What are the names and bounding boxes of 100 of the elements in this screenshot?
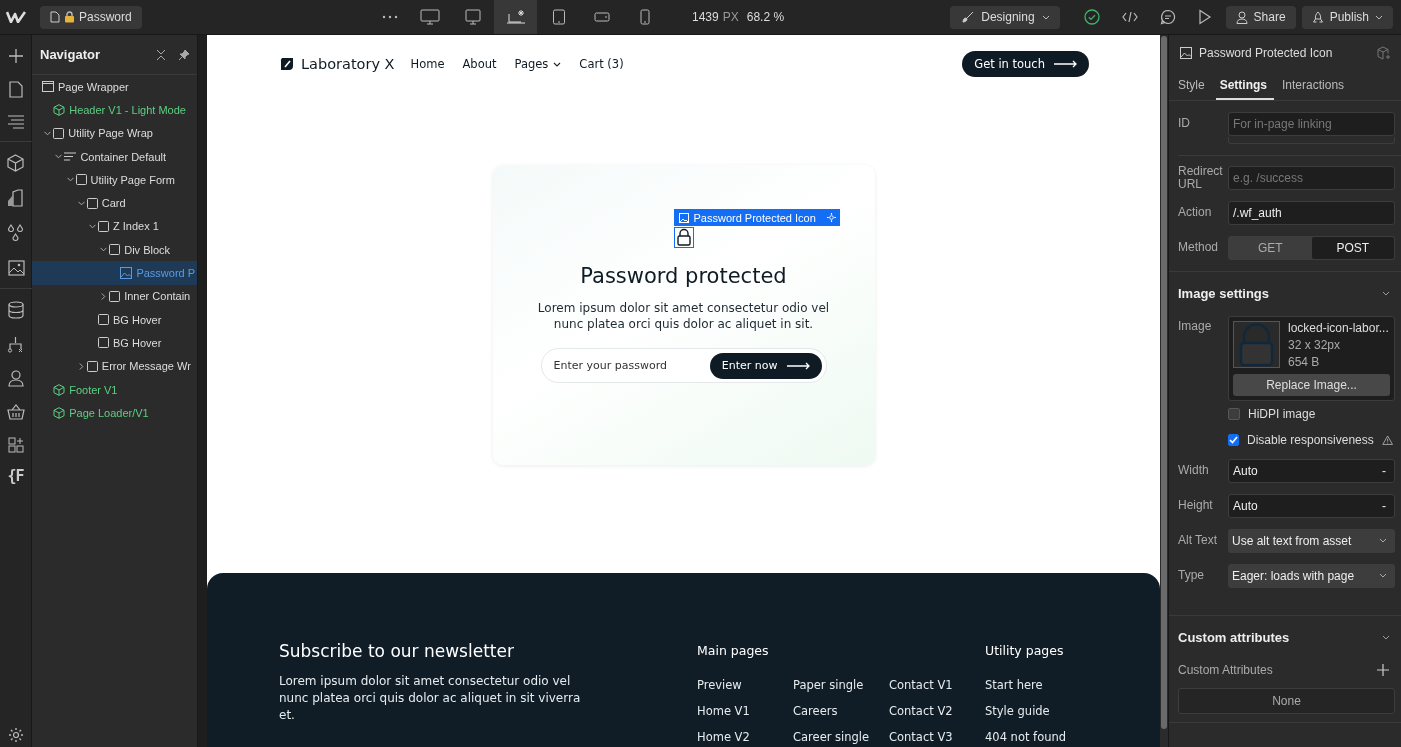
password-field[interactable]: Enter your password Enter now — [540, 348, 827, 383]
chevron-icon[interactable] — [89, 223, 96, 229]
tree-item[interactable]: Header V1 - Light Mode — [32, 98, 197, 122]
field-label: Height — [1178, 499, 1214, 512]
share-button[interactable]: Share — [1225, 5, 1296, 29]
chevron-icon — [1379, 573, 1387, 578]
chevron-icon[interactable] — [66, 177, 74, 183]
page-icon[interactable] — [8, 81, 23, 98]
chevron-icon[interactable] — [55, 154, 63, 160]
enter-button[interactable]: Enter now — [709, 352, 822, 379]
logic-icon[interactable] — [7, 336, 24, 353]
chevron-icon[interactable] — [44, 130, 52, 136]
cube-plus-icon[interactable] — [1377, 46, 1391, 60]
panel-tab[interactable]: Interactions — [1278, 71, 1352, 100]
footer-link[interactable]: Preview — [697, 672, 793, 698]
nav-dropdown[interactable]: Pages — [514, 57, 562, 71]
footer-link[interactable]: 404 not found — [985, 724, 1081, 747]
style-icon[interactable] — [7, 189, 24, 207]
mode-dropdown[interactable]: Designing — [950, 5, 1060, 29]
comment-icon[interactable] — [1159, 9, 1176, 25]
basket-icon[interactable] — [6, 404, 25, 420]
checkbox-label: HiDPI image — [1248, 407, 1317, 421]
lock-icon[interactable] — [673, 227, 694, 248]
tree-item[interactable]: Div Block — [32, 238, 197, 262]
check-circle-icon[interactable] — [1083, 9, 1100, 25]
page-button[interactable]: Password — [40, 5, 142, 29]
tree-item[interactable]: Page Loader/V1 — [32, 401, 197, 425]
tree-item[interactable]: Container Default — [32, 144, 197, 169]
select-dropdown[interactable]: Eager: loads with page — [1228, 563, 1395, 588]
tree-item[interactable]: Inner Contain — [32, 284, 197, 308]
tree-item[interactable]: Card — [32, 191, 197, 215]
cube-icon[interactable] — [7, 154, 24, 172]
footer-link[interactable]: Contact V1 — [889, 672, 985, 698]
tree-item[interactable]: Password P — [32, 261, 197, 285]
more-icon[interactable] — [382, 15, 398, 19]
publish-button[interactable]: Publish — [1301, 5, 1393, 29]
nav-link[interactable]: About — [462, 57, 497, 71]
tree-item[interactable]: Z Index 1 — [32, 214, 197, 239]
collapse-icon[interactable] — [156, 48, 166, 61]
logo-icon[interactable] — [6, 11, 26, 23]
warning-icon[interactable] — [1381, 434, 1393, 446]
checkbox[interactable] — [1228, 434, 1239, 446]
checkbox[interactable] — [1228, 408, 1240, 420]
select-dropdown[interactable]: Use alt text from asset — [1228, 528, 1395, 553]
footer-link[interactable]: Style guide — [985, 698, 1081, 724]
brand-name[interactable]: Laboratory X — [301, 56, 395, 72]
panel-tab[interactable]: Settings — [1215, 71, 1275, 100]
chevron-icon[interactable] — [101, 292, 107, 300]
chevron-icon[interactable] — [78, 362, 84, 370]
panel-tab[interactable]: Style — [1174, 71, 1212, 100]
apps-icon[interactable] — [7, 437, 24, 453]
footer-link[interactable]: Contact V2 — [889, 698, 985, 724]
lock-thumbnail[interactable] — [1233, 321, 1280, 368]
chevron-icon[interactable] — [1382, 290, 1390, 296]
arrow-icon — [1054, 60, 1078, 68]
play-icon[interactable] — [1197, 9, 1212, 25]
chevron-icon[interactable] — [100, 247, 108, 253]
add-icon[interactable] — [7, 48, 24, 64]
tree-item[interactable]: Utility Page Form — [32, 168, 197, 192]
replace-image-button[interactable]: Replace Image... — [1233, 374, 1390, 396]
footer-link[interactable]: Home V2 — [697, 724, 793, 747]
droplets-icon[interactable] — [7, 224, 24, 242]
footer-link[interactable]: Paper single — [793, 672, 889, 698]
tree-item[interactable]: BG Hover — [32, 307, 197, 332]
tree-item[interactable]: Utility Page Wrap — [32, 121, 197, 145]
chevron-icon[interactable] — [77, 200, 85, 206]
code-icon[interactable] — [1121, 11, 1138, 23]
tree-item[interactable]: BG Hover — [32, 331, 197, 355]
tree-item[interactable]: Page Wrapper — [32, 75, 197, 99]
nav-link[interactable]: Home — [410, 57, 445, 71]
breakpoint-button[interactable] — [494, 0, 537, 34]
input-field[interactable]: e.g. /success — [1228, 165, 1395, 190]
user-icon[interactable] — [7, 370, 24, 387]
nav-link[interactable]: Cart (3) — [579, 57, 624, 71]
id-field[interactable]: For in-page linking — [1228, 111, 1395, 136]
footer-link[interactable]: Career single — [793, 724, 889, 747]
finsweet-tool[interactable]: {F — [7, 467, 24, 485]
footer-link[interactable]: Home V1 — [697, 698, 793, 724]
method-option[interactable]: POST — [1311, 236, 1394, 259]
input-field[interactable]: /.wf_auth — [1228, 200, 1395, 225]
footer-link[interactable]: Contact V3 — [889, 724, 985, 747]
footer-link[interactable]: Start here — [985, 672, 1081, 698]
add-icon[interactable] — [1377, 664, 1389, 676]
settings-icon[interactable] — [7, 727, 24, 743]
pin-icon[interactable] — [178, 48, 190, 61]
method-option[interactable]: GET — [1229, 236, 1312, 259]
field-label: Alt Text — [1178, 534, 1219, 547]
scrollbar[interactable] — [1160, 35, 1168, 747]
tree-item[interactable]: Error Message Wr — [32, 354, 197, 378]
navigator-icon[interactable] — [6, 115, 25, 129]
image-icon[interactable] — [6, 259, 25, 276]
cta-button[interactable]: Get in touch — [962, 51, 1089, 77]
tree-item[interactable]: Footer V1 — [32, 377, 197, 402]
chevron-icon[interactable] — [1382, 634, 1390, 640]
size-field[interactable]: Auto - — [1228, 458, 1395, 483]
panel-title: Navigator — [40, 47, 101, 62]
database-icon[interactable] — [7, 301, 24, 319]
footer-link[interactable]: Careers — [793, 698, 889, 724]
size-field[interactable]: Auto - — [1228, 493, 1395, 518]
footer-heading: Utility pages — [985, 643, 1065, 658]
